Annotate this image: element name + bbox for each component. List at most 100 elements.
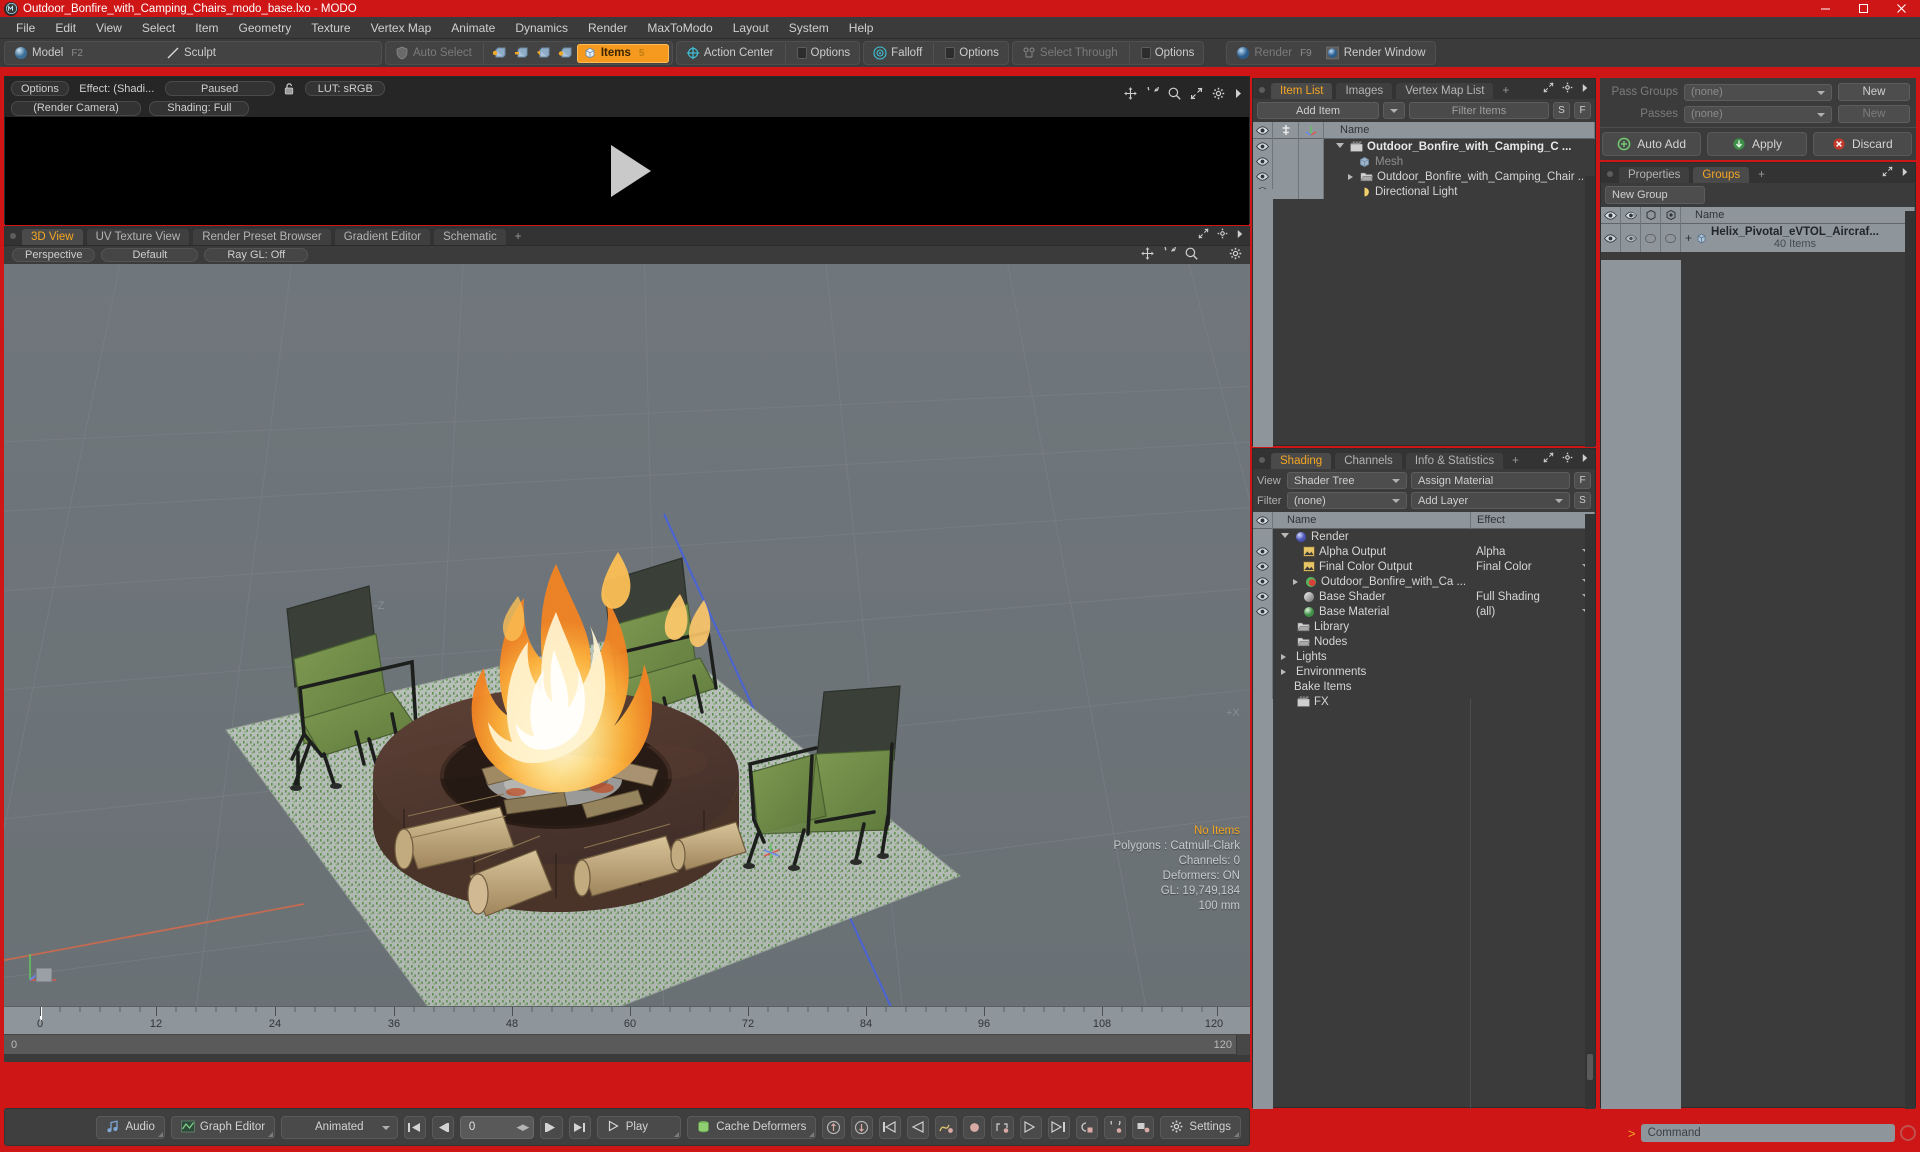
command-input[interactable]: Command	[1640, 1124, 1895, 1142]
row-effect-cell[interactable]	[1471, 574, 1595, 589]
timeline-ruler[interactable]: 0 12 24 36 48 60 72 84 96 108 120	[4, 1006, 1250, 1034]
move-icon[interactable]	[1124, 87, 1137, 100]
row-label[interactable]: Outdoor_Bonfire_with_Ca ...	[1273, 576, 1471, 588]
row-visibility-cell[interactable]	[1253, 679, 1273, 694]
auto-add-button[interactable]: Auto Add	[1602, 132, 1702, 156]
tab-uv-texture-view[interactable]: UV Texture View	[85, 228, 191, 245]
table-row[interactable]: Outdoor_Bonfire_with_Camping_Chair ...	[1253, 169, 1595, 184]
panel-handle-icon[interactable]	[10, 233, 16, 239]
maximize-button[interactable]	[1844, 0, 1882, 17]
rotate-icon[interactable]	[1146, 87, 1159, 100]
row-label[interactable]: Lights	[1273, 651, 1471, 663]
row-effect-cell[interactable]	[1471, 619, 1595, 634]
render-status-button[interactable]: Paused	[164, 81, 275, 97]
twirl-down-icon[interactable]	[1336, 142, 1344, 151]
render-button[interactable]: Render F9	[1230, 44, 1317, 63]
previous-frame-button[interactable]	[431, 1115, 454, 1139]
shader-tree-select[interactable]: Shader Tree	[1287, 472, 1407, 489]
key-curve-button[interactable]	[935, 1115, 958, 1139]
add-layer-select[interactable]: Add Layer	[1411, 492, 1570, 509]
expand-icon[interactable]	[1198, 228, 1209, 242]
tab-info-statistics[interactable]: Info & Statistics	[1404, 452, 1505, 469]
fit-icon[interactable]	[1190, 87, 1203, 100]
table-row[interactable]: Bake Items	[1253, 679, 1595, 694]
tab-shading[interactable]: Shading	[1270, 452, 1333, 469]
settings-button[interactable]: Settings	[1160, 1115, 1241, 1139]
row-visibility-cell[interactable]	[1253, 634, 1273, 649]
table-row[interactable]: Outdoor_Bonfire_with_Camping_C ...	[1253, 139, 1595, 154]
table-row[interactable]: + Helix_Pivotal_eVTOL_Aircraf... 40 Item…	[1601, 224, 1915, 252]
3d-viewport[interactable]: -Z +X No Items Polygons: Catmull-Clark …	[4, 264, 1250, 1006]
menu-geometry[interactable]: Geometry	[229, 19, 302, 37]
axis-gizmo-icon[interactable]	[22, 944, 66, 988]
menu-system[interactable]: System	[779, 19, 839, 37]
item-list-f-button[interactable]: F	[1574, 102, 1591, 119]
table-row[interactable]: Mesh	[1253, 154, 1595, 169]
gear-icon[interactable]	[1562, 82, 1573, 96]
minimize-button[interactable]	[1806, 0, 1844, 17]
row-effect-cell[interactable]	[1471, 649, 1595, 664]
row-visibility-cell[interactable]	[1253, 619, 1273, 634]
expand-icon[interactable]	[1543, 82, 1554, 96]
menu-file[interactable]: File	[6, 19, 45, 37]
row-effect-cell[interactable]	[1471, 634, 1595, 649]
key-up-button[interactable]	[822, 1115, 845, 1139]
key-next-all-button[interactable]	[1047, 1115, 1070, 1139]
pass-groups-new-button[interactable]: New	[1838, 83, 1910, 101]
row-label[interactable]: Environments	[1273, 666, 1471, 678]
close-button[interactable]	[1882, 0, 1920, 17]
chevron-right-icon[interactable]	[1581, 82, 1589, 96]
zoom-icon[interactable]	[1168, 87, 1181, 100]
cache-deformers-button[interactable]: Cache Deformers	[687, 1115, 817, 1139]
tab-properties[interactable]: Properties	[1618, 166, 1691, 183]
shading-filter-select[interactable]: (none)	[1287, 492, 1407, 509]
gear-icon[interactable]	[1229, 247, 1242, 263]
move-icon[interactable]	[1141, 247, 1154, 263]
menu-texture[interactable]: Texture	[301, 19, 360, 37]
view-projection-button[interactable]: Perspective	[12, 248, 96, 262]
material-mode-icon-button[interactable]	[555, 44, 575, 63]
row-visibility-toggle[interactable]	[1253, 559, 1273, 574]
tab-add-button[interactable]: +	[509, 229, 528, 245]
row-visibility-cell[interactable]	[1253, 664, 1273, 679]
row-axis-cell[interactable]	[1299, 139, 1324, 154]
auto-select-button[interactable]: Auto Select	[389, 44, 478, 63]
render-window-button[interactable]: Render Window	[1320, 44, 1432, 63]
key-set-button[interactable]	[1075, 1115, 1099, 1139]
shading-s-button[interactable]: S	[1574, 492, 1591, 509]
expand-plus-icon[interactable]: +	[1685, 231, 1692, 245]
key-down-button[interactable]	[850, 1115, 873, 1139]
panel-handle-icon[interactable]	[1607, 171, 1613, 177]
row-visibility-cell[interactable]	[1253, 529, 1273, 544]
tab-images[interactable]: Images	[1335, 82, 1394, 99]
menu-render[interactable]: Render	[578, 19, 637, 37]
current-frame-field[interactable]: 0 ◀▶	[459, 1115, 535, 1139]
row-visibility-toggle[interactable]	[1253, 169, 1273, 184]
passes-select[interactable]: (none)	[1684, 105, 1832, 123]
animation-mode-select[interactable]: Animated	[281, 1115, 398, 1139]
tab-add-button[interactable]: +	[1506, 453, 1525, 469]
row-label[interactable]: Directional Light	[1324, 186, 1595, 198]
render-options-button[interactable]: Options	[11, 81, 69, 97]
new-group-button[interactable]: New Group	[1605, 186, 1705, 204]
action-center-options-button[interactable]: Options	[791, 44, 857, 63]
table-row[interactable]: Base Material (all)	[1253, 604, 1595, 619]
row-lock-checkbox[interactable]	[1661, 224, 1681, 252]
passes-new-button[interactable]: New	[1838, 105, 1910, 123]
key-circle-button[interactable]	[963, 1115, 986, 1139]
sculpt-mode-button[interactable]: Sculpt	[160, 44, 310, 63]
twirl-right-icon[interactable]	[1348, 173, 1353, 180]
falloff-button[interactable]: Falloff	[867, 44, 928, 63]
table-row[interactable]: Library	[1253, 619, 1595, 634]
range-start-value[interactable]: 0	[11, 1039, 17, 1051]
menu-vertex-map[interactable]: Vertex Map	[361, 19, 442, 37]
view-raygl-button[interactable]: Ray GL: Off	[204, 248, 309, 262]
chevron-right-icon[interactable]	[1236, 228, 1244, 242]
row-visibility-toggle[interactable]	[1253, 574, 1273, 589]
tab-3d-view[interactable]: 3D View	[21, 228, 84, 245]
menu-item[interactable]: Item	[185, 19, 228, 37]
go-to-end-button[interactable]	[568, 1115, 591, 1139]
play-button[interactable]: Play	[596, 1115, 682, 1139]
table-row[interactable]: Outdoor_Bonfire_with_Ca ...	[1253, 574, 1595, 589]
select-through-button[interactable]: Select Through	[1016, 44, 1124, 63]
